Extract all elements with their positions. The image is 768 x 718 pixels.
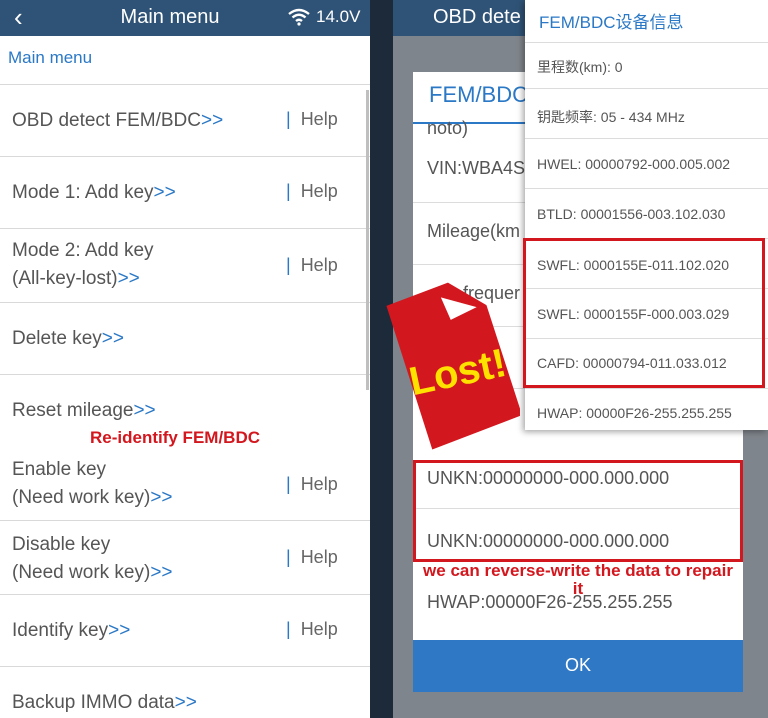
menu-item-identify-key[interactable]: Identify key>> | Help <box>0 594 370 666</box>
menu-item-label: Reset mileage <box>12 400 134 421</box>
menu-item-sublabel: (Need work key) <box>12 487 151 508</box>
menu-item-backup-immo[interactable]: Backup IMMO data>> <box>0 666 370 718</box>
menu-item-arrow: >> <box>150 487 173 508</box>
annotation-repair: we can reverse-write the data to repair … <box>423 561 733 598</box>
menu-item-disable-key[interactable]: Disable key (Need work key)>> | Help <box>0 520 370 594</box>
annotation-reidentify: Re-identify FEM/BDC <box>90 428 260 447</box>
help-link[interactable]: | Help <box>286 181 338 202</box>
back-arrow-icon[interactable]: ‹ <box>14 2 23 32</box>
menu-item-arrow: >> <box>153 182 176 203</box>
menu-item-enable-key[interactable]: Enable key (Need work key)>> | Help <box>0 446 370 520</box>
wifi-icon <box>288 8 310 26</box>
popup-title: FEM/BDC设备信息 <box>539 13 684 32</box>
top-bar: Main menu ‹ 14.0V <box>0 0 370 36</box>
popup-row-key-frequency: 钥匙频率: 05 - 434 MHz <box>525 88 768 138</box>
menu-item-label: Backup IMMO data <box>12 692 175 713</box>
menu-item-obd-detect[interactable]: OBD detect FEM/BDC>> | Help <box>0 84 370 156</box>
left-screen: Main menu ‹ 14.0V Main menu OBD detect F… <box>0 0 370 718</box>
menu-item-mode2-add-key[interactable]: Mode 2: Add key (All-key-lost)>> | Help <box>0 228 370 302</box>
ok-button[interactable]: OK <box>413 640 743 692</box>
menu-item-label: Identify key <box>12 620 109 641</box>
menu-item-arrow: >> <box>150 562 173 583</box>
dialog-title: FEM/BDC <box>429 82 528 107</box>
popup-row-hwap: HWAP: 00000F26-255.255.255 <box>525 388 768 430</box>
menu-item-arrow: >> <box>101 328 124 349</box>
menu-item-arrow: >> <box>117 268 140 289</box>
menu-item-label: Mode 2: Add key <box>12 240 154 261</box>
popup-row-mileage: 里程数(km): 0 <box>525 42 768 88</box>
menu-item-label: Delete key <box>12 328 102 349</box>
breadcrumb[interactable]: Main menu <box>8 48 92 68</box>
scrollbar[interactable] <box>366 90 369 390</box>
menu-item-label: Enable key <box>12 459 107 480</box>
help-link[interactable]: | Help <box>286 619 338 640</box>
help-link[interactable]: | Help <box>286 547 338 568</box>
help-link[interactable]: | Help <box>286 474 338 495</box>
menu-item-arrow: >> <box>201 110 224 131</box>
page-title: OBD dete <box>433 6 521 28</box>
voltage-readout: 14.0V <box>316 7 361 26</box>
menu-item-delete-key[interactable]: Delete key>> <box>0 302 370 374</box>
menu-item-sublabel: (Need work key) <box>12 562 151 583</box>
menu-item-label: Mode 1: Add key <box>12 182 154 203</box>
highlight-box-swfl-cafd <box>523 238 765 388</box>
menu-item-label: Disable key <box>12 534 111 555</box>
help-link[interactable]: | Help <box>286 109 338 130</box>
menu-item-mode1-add-key[interactable]: Mode 1: Add key>> | Help <box>0 156 370 228</box>
help-link[interactable]: | Help <box>286 255 338 276</box>
highlight-box-unkn <box>413 460 743 562</box>
menu-item-label: OBD detect FEM/BDC <box>12 110 201 131</box>
popup-row-btld: BTLD: 00001556-003.102.030 <box>525 188 768 238</box>
popup-row-hwel: HWEL: 00000792-000.005.002 <box>525 138 768 188</box>
menu-item-arrow: >> <box>133 400 156 421</box>
menu-item-arrow: >> <box>174 692 197 713</box>
menu-item-arrow: >> <box>108 620 131 641</box>
lost-file-badge: Lost! <box>386 282 520 450</box>
menu-item-sublabel: (All-key-lost) <box>12 268 118 289</box>
